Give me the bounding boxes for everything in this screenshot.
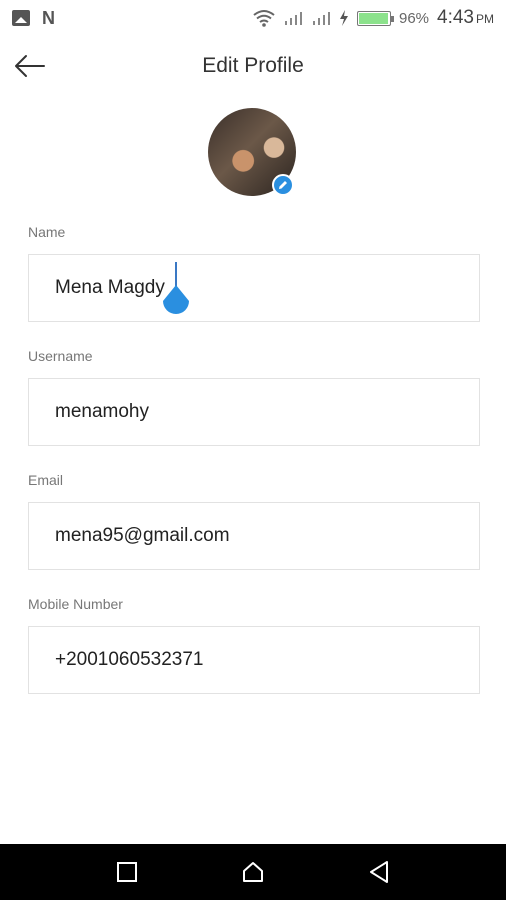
name-label: Name: [28, 224, 66, 240]
username-input[interactable]: [55, 401, 479, 423]
n-icon: N: [42, 7, 55, 28]
back-icon: [370, 861, 388, 883]
name-input[interactable]: [55, 277, 479, 299]
mobile-input[interactable]: [55, 649, 479, 671]
name-input-box[interactable]: [28, 254, 480, 322]
username-input-box[interactable]: [28, 378, 480, 446]
clock: 4:43 PM: [437, 7, 494, 29]
signal-icon: [312, 12, 330, 25]
mobile-field: Mobile Number: [28, 596, 480, 694]
mobile-input-box[interactable]: [28, 626, 480, 694]
battery-percent: 96%: [398, 9, 430, 27]
edit-avatar-button[interactable]: [272, 174, 294, 196]
charging-icon: [339, 10, 348, 26]
status-left: N: [12, 8, 55, 29]
email-label: Email: [28, 472, 64, 488]
battery-cap: [390, 15, 394, 22]
email-input-box[interactable]: [28, 502, 480, 570]
image-icon: [12, 10, 30, 26]
pencil-icon: [279, 181, 287, 189]
email-field: Email: [28, 472, 480, 570]
recents-icon: [117, 862, 137, 882]
profile-avatar-section: [208, 108, 296, 196]
clock-ampm: PM: [476, 12, 494, 26]
wifi-icon: [253, 10, 275, 27]
username-field: Username: [28, 348, 480, 446]
username-label: Username: [28, 348, 93, 364]
home-button[interactable]: [233, 852, 273, 892]
name-field: Name: [28, 224, 480, 322]
battery-fill: [358, 12, 388, 24]
recents-button[interactable]: [107, 852, 147, 892]
home-icon: [243, 862, 263, 882]
mobile-label: Mobile Number: [28, 596, 123, 612]
status-right: 96% 4:43 PM: [253, 7, 494, 29]
email-input[interactable]: [55, 525, 479, 547]
signal-icon: [284, 12, 302, 25]
navigation-bar: [0, 844, 506, 900]
status-bar: N 96% 4:43 PM: [0, 0, 506, 36]
page-title: Edit Profile: [202, 54, 304, 77]
nav-back-button[interactable]: [359, 852, 399, 892]
clock-time: 4:43: [437, 7, 474, 28]
battery-icon: [356, 10, 394, 26]
header: Edit Profile: [0, 42, 506, 90]
cursor-handle-icon[interactable]: [162, 285, 190, 319]
